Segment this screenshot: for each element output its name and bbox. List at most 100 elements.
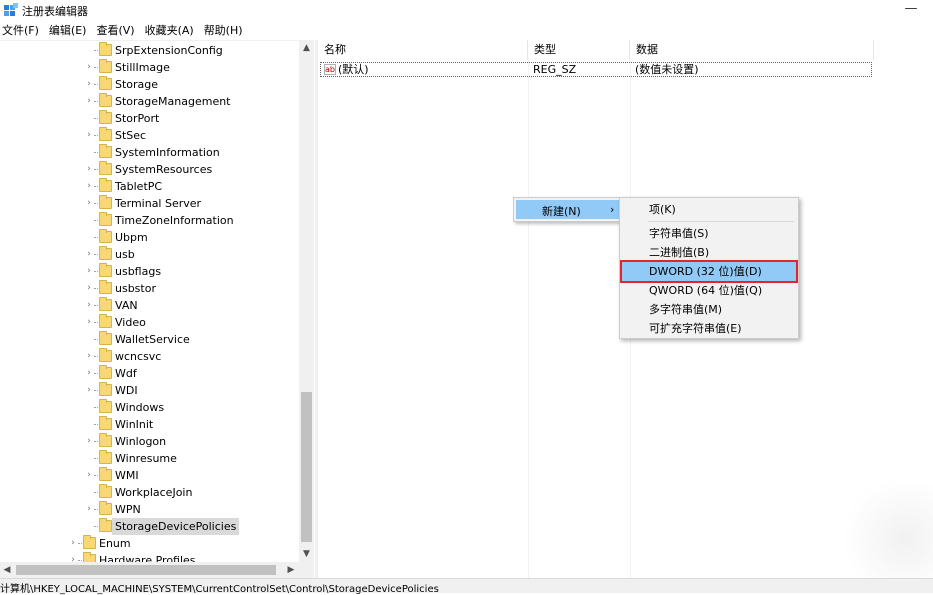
tree-item[interactable]: › VAN — [0, 297, 298, 314]
tree-item[interactable]: Windows — [0, 399, 298, 416]
expand-chevron-icon[interactable]: › — [84, 501, 94, 518]
expand-chevron-icon[interactable]: › — [84, 59, 94, 76]
tree-item[interactable]: StorPort — [0, 110, 298, 127]
expand-chevron-icon[interactable]: › — [84, 246, 94, 263]
scroll-left-arrow-icon[interactable]: ◀ — [0, 562, 14, 578]
tree-item-label: StorageManagement — [115, 95, 231, 108]
context-menu-new[interactable]: 新建(N) › — [516, 200, 620, 219]
expand-chevron-icon[interactable]: › — [68, 535, 78, 552]
tree-item[interactable]: WorkplaceJoin — [0, 484, 298, 501]
tree-item[interactable]: StorageDevicePolicies — [0, 518, 298, 535]
column-header-type[interactable]: 类型 — [528, 40, 630, 60]
expand-chevron-icon[interactable]: › — [84, 93, 94, 110]
tree-item-label: SrpExtensionConfig — [115, 44, 223, 57]
tree-item-label: SystemResources — [115, 163, 213, 176]
expand-chevron-icon[interactable]: › — [84, 314, 94, 331]
tree-item[interactable]: TimeZoneInformation — [0, 212, 298, 229]
tree-item[interactable]: SrpExtensionConfig — [0, 42, 298, 59]
tree-item-label: usb — [115, 248, 135, 261]
scroll-down-arrow-icon[interactable]: ▼ — [299, 546, 314, 562]
tree-item-label: Video — [115, 316, 146, 329]
tree-item[interactable]: › Wdf — [0, 365, 298, 382]
column-header-data[interactable]: 数据 — [630, 40, 874, 60]
submenu-item-dword-value[interactable]: DWORD (32 位)值(D) — [620, 260, 798, 283]
folder-icon — [99, 450, 112, 464]
scroll-right-arrow-icon[interactable]: ▶ — [284, 562, 298, 578]
submenu-item-expandable-string-value[interactable]: 可扩充字符串值(E) — [622, 319, 796, 338]
tree-item[interactable]: › usbstor — [0, 280, 298, 297]
folder-icon — [83, 535, 96, 549]
folder-icon — [99, 212, 112, 226]
submenu-item-multi-string-value[interactable]: 多字符串值(M) — [622, 300, 796, 319]
horizontal-scroll-thumb[interactable] — [16, 565, 276, 575]
tree-item[interactable]: › Storage — [0, 76, 298, 93]
scroll-thumb[interactable] — [301, 392, 312, 542]
tree-item-label: StorPort — [115, 112, 160, 125]
folder-icon — [99, 144, 112, 158]
tree-item[interactable]: › StSec — [0, 127, 298, 144]
tree-item[interactable]: › Video — [0, 314, 298, 331]
minimize-button[interactable]: — — [899, 0, 923, 20]
tree-vertical-scrollbar[interactable]: ▲ ▼ — [299, 40, 314, 562]
tree-item[interactable]: › StillImage — [0, 59, 298, 76]
tree-item[interactable]: › TabletPC — [0, 178, 298, 195]
expand-chevron-icon[interactable]: › — [84, 161, 94, 178]
submenu-item-binary-value[interactable]: 二进制值(B) — [622, 243, 796, 262]
expand-chevron-icon[interactable]: › — [84, 280, 94, 297]
menu-favorites[interactable]: 收藏夹(A) — [140, 22, 199, 40]
tree-item[interactable]: › WDI — [0, 382, 298, 399]
value-type: REG_SZ — [533, 63, 577, 76]
tree-item[interactable]: › StorageManagement — [0, 93, 298, 110]
tree-item[interactable]: › Enum — [0, 535, 298, 552]
expand-chevron-icon[interactable]: › — [84, 178, 94, 195]
expand-chevron-icon[interactable]: › — [84, 365, 94, 382]
scroll-up-arrow-icon[interactable]: ▲ — [299, 40, 314, 56]
tree-item[interactable]: WinInit — [0, 416, 298, 433]
expand-chevron-icon[interactable]: › — [84, 433, 94, 450]
expand-chevron-icon[interactable]: › — [84, 263, 94, 280]
tree-item[interactable]: WalletService — [0, 331, 298, 348]
expand-chevron-icon[interactable]: › — [84, 297, 94, 314]
tree-item-label: StorageDevicePolicies — [112, 518, 240, 535]
expand-chevron-icon[interactable]: › — [84, 195, 94, 212]
tree-item[interactable]: › usbflags — [0, 263, 298, 280]
tree-item[interactable]: Ubpm — [0, 229, 298, 246]
expand-chevron-icon[interactable]: › — [84, 76, 94, 93]
menu-view[interactable]: 查看(V) — [91, 22, 139, 40]
expand-chevron-icon[interactable]: › — [84, 348, 94, 365]
tree-item[interactable]: › WMI — [0, 467, 298, 484]
folder-icon — [99, 42, 112, 56]
tree-item[interactable]: › SystemResources — [0, 161, 298, 178]
column-header-name[interactable]: 名称 — [318, 40, 528, 60]
expand-chevron-icon[interactable]: › — [84, 127, 94, 144]
folder-icon — [99, 195, 112, 209]
tree-item-label: TabletPC — [115, 180, 163, 193]
folder-icon — [99, 93, 112, 107]
submenu-item-qword-value[interactable]: QWORD (64 位)值(Q) — [622, 281, 796, 300]
submenu-item-label: QWORD (64 位)值(Q) — [649, 284, 763, 297]
value-row[interactable]: ab (默认) REG_SZ (数值未设置) — [320, 62, 872, 77]
folder-icon — [99, 127, 112, 141]
expand-chevron-icon[interactable]: › — [84, 467, 94, 484]
registry-tree[interactable]: SrpExtensionConfig › StillImage › Storage › St… — [0, 40, 314, 563]
menu-file[interactable]: 文件(F) — [0, 22, 44, 40]
folder-icon — [99, 433, 112, 447]
folder-icon — [99, 178, 112, 192]
window-title: 注册表编辑器 — [22, 5, 88, 18]
submenu-item-string-value[interactable]: 字符串值(S) — [622, 224, 796, 243]
context-menu: 新建(N) › — [513, 197, 623, 222]
tree-item-label: Winresume — [115, 452, 177, 465]
menu-edit[interactable]: 编辑(E) — [44, 22, 92, 40]
context-menu-new-label: 新建(N) — [542, 205, 581, 218]
tree-item[interactable]: Winresume — [0, 450, 298, 467]
tree-item[interactable]: SystemInformation — [0, 144, 298, 161]
tree-horizontal-scrollbar[interactable]: ◀ ▶ — [0, 562, 314, 578]
submenu-item-key[interactable]: 项(K) — [622, 200, 796, 219]
tree-item[interactable]: › wcncsvc — [0, 348, 298, 365]
expand-chevron-icon[interactable]: › — [84, 382, 94, 399]
tree-item[interactable]: › WPN — [0, 501, 298, 518]
tree-item[interactable]: › Terminal Server — [0, 195, 298, 212]
tree-item[interactable]: › Winlogon — [0, 433, 298, 450]
menu-help[interactable]: 帮助(H) — [199, 22, 248, 40]
tree-item[interactable]: › usb — [0, 246, 298, 263]
